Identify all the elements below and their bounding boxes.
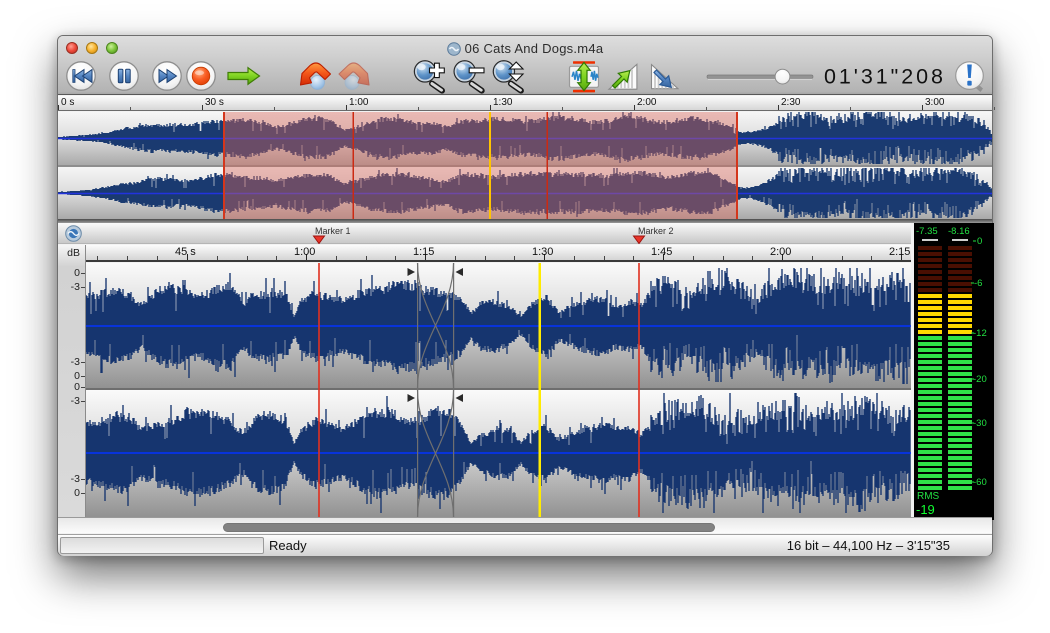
svg-text:01'31"208: 01'31"208	[824, 65, 943, 89]
svg-text:-19: -19	[916, 502, 935, 517]
svg-text:-7.35: -7.35	[916, 226, 938, 237]
svg-text:-30: -30	[973, 418, 987, 429]
svg-text:-60: -60	[973, 477, 987, 488]
svg-text:RMS: RMS	[917, 491, 940, 502]
svg-text:-8.16: -8.16	[948, 226, 970, 237]
svg-text:0: 0	[977, 236, 982, 247]
svg-text:-6: -6	[974, 278, 982, 289]
svg-text:-12: -12	[973, 328, 987, 339]
svg-text:-20: -20	[973, 374, 987, 385]
